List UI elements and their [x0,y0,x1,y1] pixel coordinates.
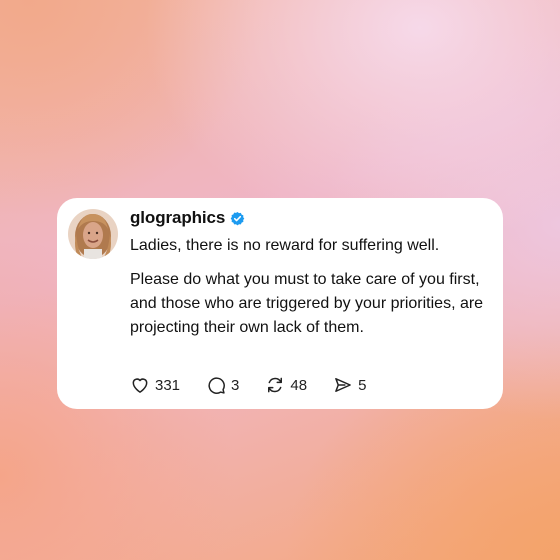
avatar[interactable] [68,209,118,259]
reply-count: 3 [231,376,240,394]
share-button[interactable]: 5 [333,375,366,395]
username[interactable]: glographics [130,208,225,228]
like-count: 331 [155,376,181,394]
action-bar: 331 3 48 5 [130,375,392,395]
post-content: glographics Ladies, there is no reward f… [130,207,485,340]
post-card: glographics Ladies, there is no reward f… [57,198,503,409]
heart-icon [130,375,150,395]
reply-button[interactable]: 3 [206,375,239,395]
share-count: 5 [358,376,367,394]
repost-icon [265,375,285,395]
avatar-image [68,209,118,259]
comment-icon [206,375,226,395]
like-button[interactable]: 331 [130,375,180,395]
repost-count: 48 [290,376,308,394]
send-icon [333,375,353,395]
post-text: Ladies, there is no reward for suffering… [130,234,485,340]
repost-button[interactable]: 48 [265,375,307,395]
post-header: glographics [130,207,485,229]
post-paragraph: Ladies, there is no reward for suffering… [130,237,440,254]
verified-badge-icon [230,211,245,226]
post-paragraph: Please do what you must to take care of … [130,271,484,336]
